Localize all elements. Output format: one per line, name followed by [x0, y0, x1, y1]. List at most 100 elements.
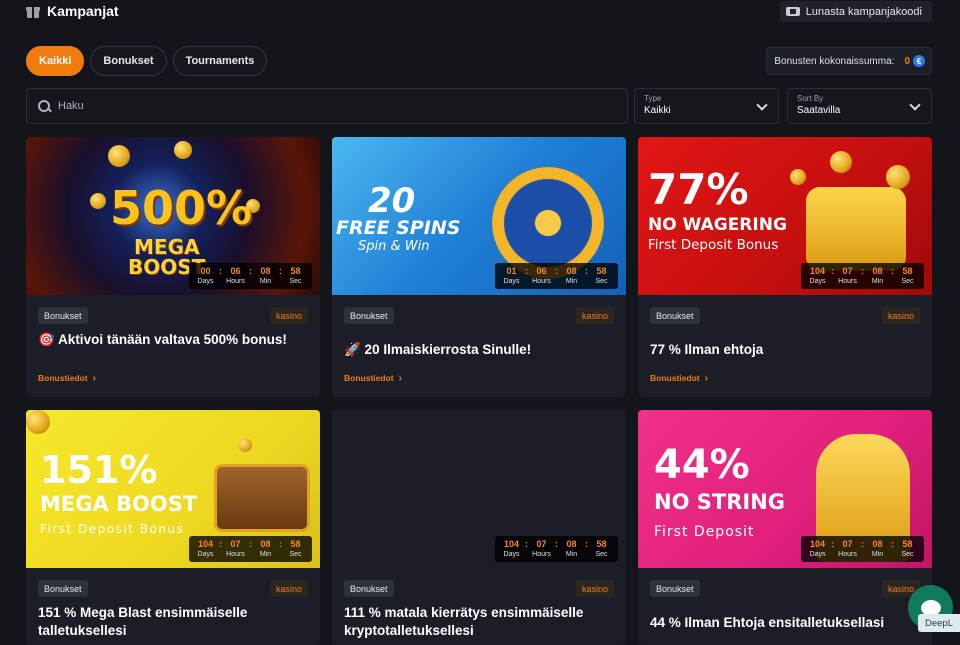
promo-banner: 20 FREE SPINS Spin & Win 01 Days : 06 Hour… — [332, 137, 626, 295]
coin-icon — [108, 145, 130, 167]
timer-unit-sec: Sec — [289, 278, 302, 285]
bonus-total-value-group: 0 € — [904, 55, 925, 67]
timer-hours: 07 — [230, 539, 241, 549]
timer-unit-sec: Sec — [289, 551, 302, 558]
timer-unit-days: Days — [809, 278, 826, 285]
timer-minutes: 08 — [260, 539, 271, 549]
timer-unit-sec: Sec — [595, 551, 608, 558]
promo-card[interactable]: 20 FREE SPINS Spin & Win 01 Days : 06 Hour… — [332, 137, 626, 397]
timer-seconds: 58 — [596, 266, 607, 276]
promo-card-body: Bonukset kasino 44 % Ilman Ehtoja ensita… — [638, 568, 932, 645]
timer-unit-min: Min — [871, 551, 884, 558]
countdown-timer: 00 Days : 06 Hours : 08 Min : 58 Sec — [189, 263, 312, 289]
search-bar[interactable] — [26, 88, 628, 124]
type-badge: Bonukset — [650, 580, 700, 597]
translator-widget[interactable]: DeepL — [918, 614, 960, 632]
timer-hours: 06 — [536, 266, 547, 276]
bonus-details-link[interactable]: Bonustiedot — [38, 373, 96, 384]
promo-card-body: Bonukset kasino 111 % matala kierrätys e… — [332, 568, 626, 645]
timer-unit-days: Days — [503, 551, 520, 558]
timer-minutes: 08 — [872, 539, 883, 549]
promo-banner: 104 Days : 07 Hours : 08 Min : 58 Sec — [332, 410, 626, 568]
category-badge: kasino — [881, 307, 920, 324]
search-icon — [38, 99, 51, 113]
treasure-chest-icon — [214, 464, 310, 532]
coin-icon — [886, 165, 910, 189]
banner-subheadline: MEGA BOOST — [40, 492, 198, 516]
timer-minutes: 08 — [872, 266, 883, 276]
redeem-code-button[interactable]: Lunasta kampanjakoodi — [779, 1, 932, 22]
timer-unit-hours: Hours — [226, 278, 245, 285]
banner-caption: Spin & Win — [358, 239, 430, 254]
countdown-timer: 104 Days : 07 Hours : 08 Min : 58 Sec — [495, 536, 618, 562]
timer-unit-min: Min — [259, 551, 272, 558]
timer-unit-hours: Hours — [838, 551, 857, 558]
euro-icon: € — [913, 55, 925, 67]
coin-icon — [830, 151, 852, 173]
timer-minutes: 08 — [566, 539, 577, 549]
bonus-details-link[interactable]: Bonustiedot — [650, 373, 708, 384]
timer-unit-days: Days — [197, 278, 214, 285]
bonus-details-link[interactable]: Bonustiedot — [344, 373, 402, 384]
bonus-total-label: Bonusten kokonaissumma: — [774, 55, 895, 67]
timer-minutes: 08 — [260, 266, 271, 276]
banner-headline: 500% — [110, 181, 253, 235]
timer-unit-min: Min — [871, 278, 884, 285]
promo-card[interactable]: 104 Days : 07 Hours : 08 Min : 58 Sec Bonuks… — [332, 410, 626, 645]
timer-unit-min: Min — [565, 278, 578, 285]
gift-icon — [26, 5, 40, 18]
banner-headline: 20 — [368, 181, 416, 221]
type-badge: Bonukset — [38, 580, 88, 597]
timer-seconds: 58 — [290, 266, 301, 276]
promo-banner: 151% MEGA BOOST First Deposit Bonus 104 D… — [26, 410, 320, 568]
coin-icon — [174, 141, 192, 159]
promo-banner: 500% MEGA BOOST 00 Days : 06 Hours : 08 Min… — [26, 137, 320, 295]
promo-card-body: Bonukset kasino 🚀 20 Ilmaiskierrosta Sin… — [332, 295, 626, 397]
promo-card[interactable]: 151% MEGA BOOST First Deposit Bonus 104 D… — [26, 410, 320, 645]
coin-icon — [26, 410, 50, 434]
promo-card-body: Bonukset kasino 🎯 Aktivoi tänään valtava… — [26, 295, 320, 397]
promo-card[interactable]: 500% MEGA BOOST 00 Days : 06 Hours : 08 Min… — [26, 137, 320, 397]
search-input[interactable] — [58, 100, 578, 112]
timer-unit-sec: Sec — [595, 278, 608, 285]
promo-banner: 77% NO WAGERING First Deposit Bonus 104 D… — [638, 137, 932, 295]
timer-unit-sec: Sec — [901, 551, 914, 558]
timer-days: 01 — [506, 266, 517, 276]
type-select-value: Kaikki — [644, 105, 671, 116]
tab-all[interactable]: Kaikki — [26, 46, 85, 76]
timer-unit-min: Min — [259, 278, 272, 285]
type-select[interactable]: Type Kaikki — [634, 88, 779, 124]
banner-subheadline: NO STRING — [654, 490, 785, 514]
filter-tabs: Kaikki Bonukset Tournaments — [26, 46, 268, 76]
promo-card[interactable]: 77% NO WAGERING First Deposit Bonus 104 D… — [638, 137, 932, 397]
timer-seconds: 58 — [596, 539, 607, 549]
promo-card-body: Bonukset kasino 77 % Ilman ehtoja Bonust… — [638, 295, 932, 397]
countdown-timer: 104 Days : 07 Hours : 08 Min : 58 Sec — [801, 263, 924, 289]
timer-hours: 07 — [842, 266, 853, 276]
tab-tournaments[interactable]: Tournaments — [172, 46, 268, 76]
timer-seconds: 58 — [902, 266, 913, 276]
sort-select-value: Saatavilla — [797, 105, 841, 116]
sort-select-label: Sort By — [797, 94, 824, 103]
coin-icon — [90, 193, 106, 209]
countdown-timer: 104 Days : 07 Hours : 08 Min : 58 Sec — [801, 536, 924, 562]
timer-days: 104 — [197, 539, 214, 549]
timer-unit-hours: Hours — [532, 278, 551, 285]
banner-caption: First Deposit Bonus — [648, 237, 779, 253]
countdown-timer: 01 Days : 06 Hours : 08 Min : 58 Sec — [495, 263, 618, 289]
timer-unit-days: Days — [809, 551, 826, 558]
sort-select[interactable]: Sort By Saatavilla — [787, 88, 932, 124]
timer-minutes: 08 — [566, 266, 577, 276]
title-group: Kampanjat — [26, 3, 119, 19]
promo-title: 111 % matala kierrätys ensimmäiselle kry… — [344, 605, 584, 638]
tab-bonuses[interactable]: Bonukset — [90, 46, 167, 76]
category-badge: kasino — [269, 580, 308, 597]
type-badge: Bonukset — [344, 307, 394, 324]
redeem-code-label: Lunasta kampanjakoodi — [805, 5, 922, 18]
category-badge: kasino — [269, 307, 308, 324]
promo-title: 🎯 Aktivoi tänään valtava 500% bonus! — [38, 332, 287, 347]
type-select-label: Type — [644, 94, 662, 103]
type-badge: Bonukset — [38, 307, 88, 324]
timer-days: 104 — [809, 539, 826, 549]
promo-card[interactable]: 44% NO STRING First Deposit 104 Days : 07… — [638, 410, 932, 645]
